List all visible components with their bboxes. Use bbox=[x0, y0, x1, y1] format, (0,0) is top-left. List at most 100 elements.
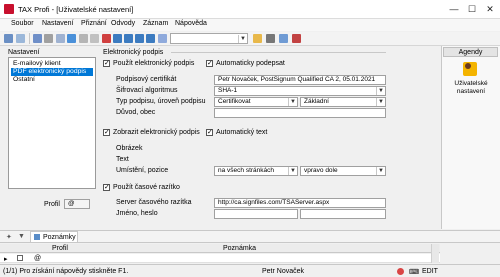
minimize-icon[interactable]: — bbox=[445, 0, 463, 18]
maximize-icon[interactable]: ☐ bbox=[463, 0, 481, 18]
name-field[interactable] bbox=[214, 209, 298, 219]
sign-level-select[interactable]: Základní ▼ bbox=[300, 97, 386, 107]
notes-icon bbox=[34, 234, 40, 240]
last-record-icon[interactable] bbox=[146, 34, 155, 43]
chevron-down-icon[interactable]: ▼ bbox=[376, 167, 385, 175]
esign-section-title: Elektronický podpis bbox=[103, 49, 164, 56]
refresh-icon[interactable] bbox=[67, 34, 76, 43]
user-settings-icon[interactable] bbox=[463, 62, 477, 76]
placement-value: na všech stránkách bbox=[218, 167, 275, 174]
status-bar: (1/1) Pro získání nápovědy stiskněte F1.… bbox=[0, 264, 500, 277]
copy-icon[interactable] bbox=[44, 34, 53, 43]
menu-odvody[interactable]: Odvody bbox=[111, 20, 135, 27]
chevron-down-icon[interactable]: ▼ bbox=[376, 98, 385, 106]
menu-napoveda[interactable]: Nápověda bbox=[175, 20, 207, 27]
name-password-label: Jméno, heslo bbox=[116, 210, 158, 217]
certificate-label: Podpisový certifikát bbox=[116, 76, 177, 83]
dropdown-arrow-icon[interactable] bbox=[266, 34, 275, 43]
password-field[interactable] bbox=[300, 209, 386, 219]
status-user: Petr Novaček bbox=[262, 268, 305, 275]
settings-item-email-client[interactable]: E-mailový klient bbox=[11, 60, 93, 68]
toolbar-search-combo[interactable]: ▼ bbox=[170, 33, 248, 44]
ts-server-value: http://ca.signfiles.com/TSAServer.aspx bbox=[218, 199, 330, 206]
use-esign-checkbox[interactable]: ✓ bbox=[103, 60, 110, 67]
position-select[interactable]: vpravo dole ▼ bbox=[300, 166, 386, 176]
next-record-icon[interactable] bbox=[135, 34, 144, 43]
settings-list[interactable]: E-mailový klient PDF elektronický podpis… bbox=[8, 57, 96, 189]
record-icon[interactable] bbox=[4, 34, 13, 43]
tab-notes-label: Poznámky bbox=[43, 234, 76, 241]
placement-label: Umístění, pozice bbox=[116, 167, 169, 174]
row-profile-value: @ bbox=[34, 255, 42, 262]
timestamp-checkbox[interactable]: ✓ bbox=[103, 184, 110, 191]
chevron-down-icon[interactable]: ▼ bbox=[288, 167, 297, 175]
settings-item-other[interactable]: Ostatní bbox=[11, 76, 93, 84]
timestamp-label: Použít časové razítko bbox=[113, 184, 180, 191]
col-profile-header[interactable]: Profil bbox=[52, 245, 68, 252]
reason-label: Důvod, obec bbox=[116, 109, 156, 116]
sign-type-value: Certifikovat bbox=[218, 98, 251, 105]
reason-field[interactable] bbox=[214, 108, 386, 118]
status-indicator-icon bbox=[397, 268, 404, 275]
menu-priznani[interactable]: Přiznání bbox=[81, 20, 107, 27]
profile-value: @ bbox=[68, 200, 75, 207]
folder-icon[interactable] bbox=[253, 34, 262, 43]
filter-icon[interactable]: ▼ bbox=[18, 233, 25, 240]
auto-sign-checkbox[interactable]: ✓ bbox=[206, 60, 213, 67]
show-esign-checkbox[interactable]: ✓ bbox=[103, 129, 110, 136]
print-icon[interactable] bbox=[56, 34, 65, 43]
filter-icon[interactable] bbox=[158, 34, 167, 43]
ts-server-field[interactable]: http://ca.signfiles.com/TSAServer.aspx bbox=[214, 198, 386, 208]
col-note-header[interactable]: Poznámka bbox=[223, 245, 256, 252]
image-label: Obrázek bbox=[116, 145, 143, 152]
chevron-down-icon[interactable]: ▼ bbox=[288, 98, 297, 106]
sign-type-select[interactable]: Certifikovat ▼ bbox=[214, 97, 298, 107]
first-record-icon[interactable] bbox=[113, 34, 122, 43]
menu-nastaveni[interactable]: Nastavení bbox=[42, 20, 74, 27]
toolbar-separator bbox=[29, 33, 30, 44]
profile-field[interactable]: @ bbox=[64, 199, 90, 209]
auto-sign-label: Automaticky podepsat bbox=[216, 60, 285, 67]
algorithm-label: Šifrovací algoritmus bbox=[116, 87, 178, 94]
undo-icon[interactable] bbox=[16, 34, 25, 43]
keyboard-icon: ⌨ bbox=[409, 269, 420, 276]
ts-server-label: Server časového razítka bbox=[116, 199, 192, 206]
use-esign-label: Použít elektronický podpis bbox=[113, 60, 195, 67]
user-head-icon bbox=[465, 63, 471, 69]
menu-bar bbox=[0, 19, 500, 31]
chevron-down-icon[interactable]: ▼ bbox=[238, 35, 247, 43]
notes-grid-header: Profil Poznámka bbox=[0, 244, 440, 253]
chevron-down-icon[interactable]: ▼ bbox=[376, 87, 385, 95]
status-mode: EDIT bbox=[422, 268, 438, 275]
document-icon[interactable] bbox=[79, 34, 88, 43]
mail-icon[interactable] bbox=[279, 34, 288, 43]
auto-text-label: Automatický text bbox=[216, 129, 268, 136]
menu-soubor[interactable]: Soubor bbox=[11, 20, 34, 27]
document-edit-icon[interactable] bbox=[90, 34, 99, 43]
auto-text-checkbox[interactable]: ✓ bbox=[206, 129, 213, 136]
show-esign-label: Zobrazit elektronický podpis bbox=[113, 129, 200, 136]
agenda-item-label[interactable]: Uživatelské nastavení bbox=[444, 80, 498, 96]
table-row[interactable]: ▸ @ bbox=[0, 254, 440, 263]
certificate-value: Petr Novaček, PostSignum Qualified CA 2,… bbox=[218, 76, 376, 83]
save-icon[interactable] bbox=[33, 34, 42, 43]
close-icon[interactable]: ✕ bbox=[481, 0, 499, 18]
prev-record-icon[interactable] bbox=[124, 34, 133, 43]
row-indicator-icon: ▸ bbox=[4, 256, 8, 263]
window-title: TAX Profi - [Uživatelské nastavení] bbox=[18, 5, 134, 14]
title-bar: TAX Profi - [Uživatelské nastavení] — ☐ … bbox=[0, 0, 500, 19]
pdf-icon[interactable] bbox=[292, 34, 301, 43]
certificate-field[interactable]: Petr Novaček, PostSignum Qualified CA 2,… bbox=[214, 75, 386, 85]
placement-select[interactable]: na všech stránkách ▼ bbox=[214, 166, 298, 176]
text-label: Text bbox=[116, 156, 129, 163]
tab-notes[interactable]: Poznámky bbox=[30, 231, 78, 242]
settings-item-pdf-esign[interactable]: PDF elektronický podpis bbox=[11, 68, 93, 76]
vertical-scrollbar[interactable] bbox=[431, 244, 439, 263]
algorithm-value: SHA-1 bbox=[218, 87, 238, 94]
algorithm-select[interactable]: SHA-1 ▼ bbox=[214, 86, 386, 96]
row-checkbox[interactable] bbox=[17, 255, 23, 261]
menu-zaznam[interactable]: Záznam bbox=[143, 20, 168, 27]
delete-icon[interactable] bbox=[102, 34, 111, 43]
pin-icon[interactable]: ✦ bbox=[6, 233, 12, 241]
settings-header: Nastavení bbox=[8, 49, 40, 56]
